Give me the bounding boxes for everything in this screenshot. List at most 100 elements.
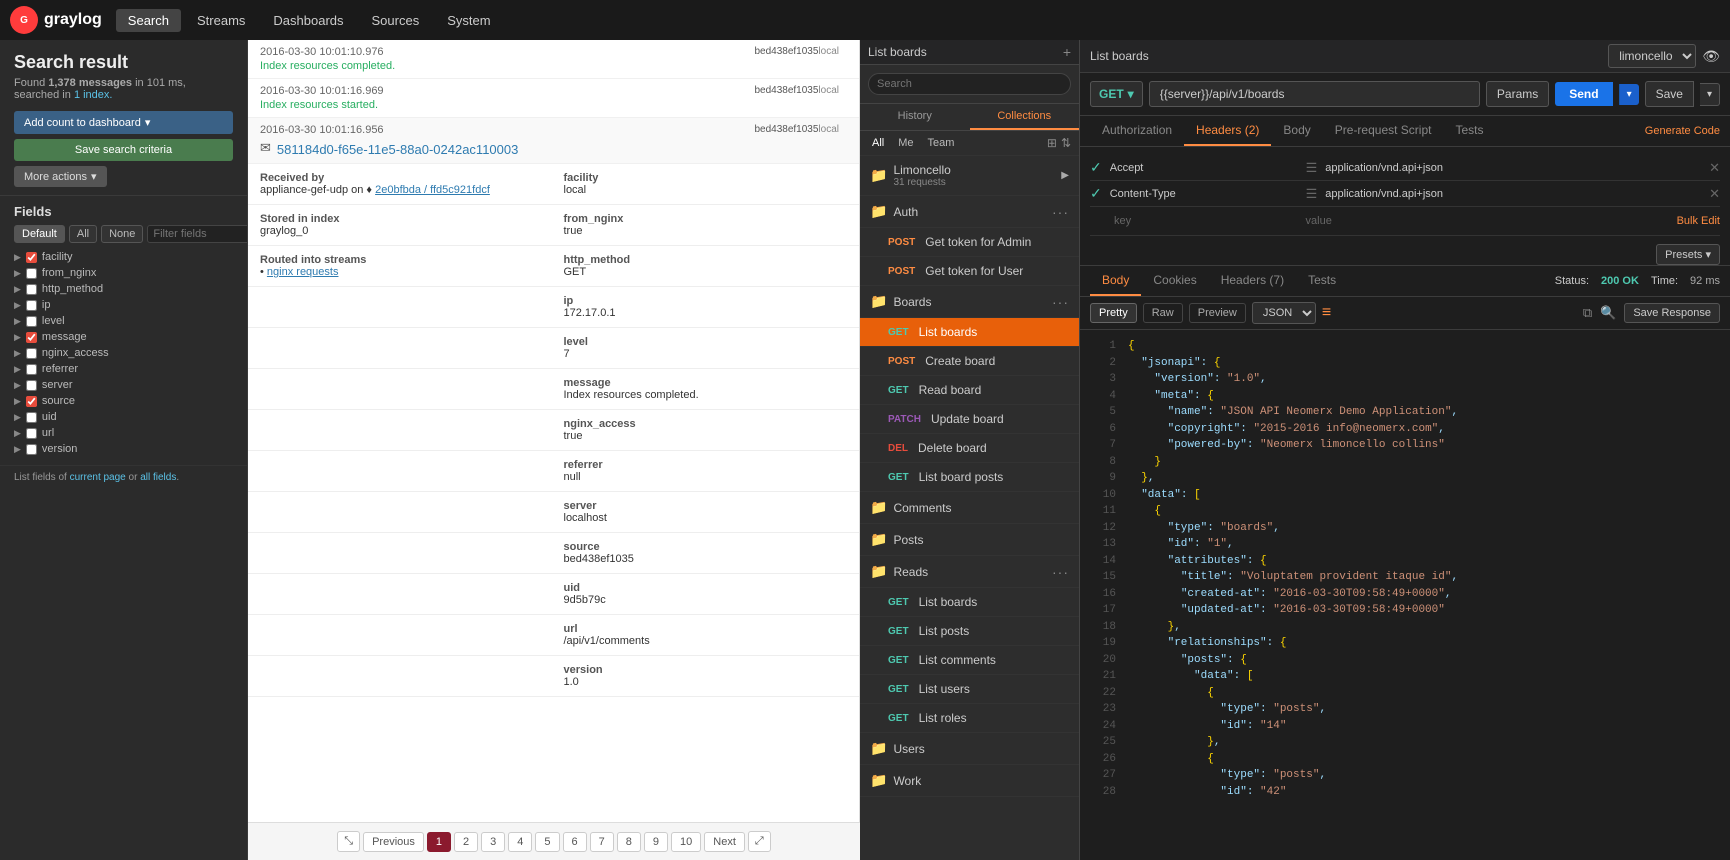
coll-child-read-board[interactable]: GET Read board bbox=[860, 376, 1079, 405]
meta-index-link[interactable]: 1 index. bbox=[74, 89, 113, 101]
tab-collections[interactable]: Collections bbox=[970, 104, 1080, 130]
method-selector[interactable]: GET ▾ bbox=[1090, 81, 1143, 107]
filter-all-button[interactable]: All bbox=[69, 225, 97, 243]
field-checkbox-referrer[interactable] bbox=[26, 364, 37, 375]
presets-button[interactable]: Presets ▾ bbox=[1656, 244, 1720, 265]
add-count-to-dashboard-button[interactable]: Add count to dashboard ▾ bbox=[14, 111, 233, 134]
coll-child-reads-list-comments[interactable]: GET List comments bbox=[860, 646, 1079, 675]
pagination-page-5[interactable]: 5 bbox=[535, 832, 559, 852]
nav-item-system[interactable]: System bbox=[435, 9, 502, 32]
coll-child-list-boards-active[interactable]: GET List boards bbox=[860, 318, 1079, 347]
coll-child-reads-list-posts[interactable]: GET List posts bbox=[860, 617, 1079, 646]
filter-none-button[interactable]: None bbox=[101, 225, 143, 243]
fields-current-page-link[interactable]: current page bbox=[70, 472, 126, 483]
format-special-icon[interactable]: ≡ bbox=[1322, 304, 1331, 322]
header-delete-icon[interactable]: ✕ bbox=[1709, 160, 1720, 176]
pagination-page-3[interactable]: 3 bbox=[481, 832, 505, 852]
pagination-page-9[interactable]: 9 bbox=[644, 832, 668, 852]
format-pretty-button[interactable]: Pretty bbox=[1090, 303, 1137, 323]
coll-child-reads-list-users[interactable]: GET List users bbox=[860, 675, 1079, 704]
field-expand-icon[interactable]: ▶ bbox=[14, 364, 21, 375]
header-delete-icon2[interactable]: ✕ bbox=[1709, 186, 1720, 202]
copy-response-icon[interactable]: ⧉ bbox=[1583, 303, 1592, 323]
resp-tab-body[interactable]: Body bbox=[1090, 266, 1141, 296]
tab-tests[interactable]: Tests bbox=[1443, 116, 1495, 146]
field-checkbox-message[interactable] bbox=[26, 332, 37, 343]
resp-tab-cookies[interactable]: Cookies bbox=[1141, 266, 1208, 296]
field-expand-icon[interactable]: ▶ bbox=[14, 316, 21, 327]
coll-sort-icon[interactable]: ⇅ bbox=[1061, 136, 1071, 150]
field-checkbox-http_method[interactable] bbox=[26, 284, 37, 295]
pagination-page-10[interactable]: 10 bbox=[671, 832, 701, 852]
pagination-page-2[interactable]: 2 bbox=[454, 832, 478, 852]
coll-item-posts[interactable]: 📁 Posts bbox=[860, 524, 1079, 556]
accept-key-input[interactable] bbox=[1108, 160, 1300, 176]
field-expand-icon[interactable]: ▶ bbox=[14, 380, 21, 391]
fit-icon-left[interactable]: ⤡ bbox=[337, 831, 360, 852]
send-button[interactable]: Send bbox=[1555, 82, 1612, 106]
field-expand-icon[interactable]: ▶ bbox=[14, 428, 21, 439]
resp-tab-tests[interactable]: Tests bbox=[1296, 266, 1348, 296]
eye-icon[interactable]: 👁 bbox=[1702, 48, 1720, 65]
log-email-link[interactable]: 581184d0-f65e-11e5-88a0-0242ac110003 bbox=[277, 142, 518, 157]
content-type-value-input[interactable] bbox=[1323, 186, 1703, 202]
tab-pre-request[interactable]: Pre-request Script bbox=[1323, 116, 1444, 146]
params-button[interactable]: Params bbox=[1486, 81, 1549, 107]
coll-child-list-board-posts[interactable]: GET List board posts bbox=[860, 463, 1079, 492]
coll-item-auth[interactable]: 📁 Auth ··· bbox=[860, 196, 1079, 228]
received-by-link[interactable]: 2e0bfbda / ffd5c921fdcf bbox=[375, 184, 490, 196]
pagination-page-8[interactable]: 8 bbox=[617, 832, 641, 852]
field-checkbox-from_nginx[interactable] bbox=[26, 268, 37, 279]
coll-dots-boards[interactable]: ··· bbox=[1052, 294, 1069, 310]
filter-team[interactable]: Team bbox=[924, 135, 959, 151]
field-expand-icon[interactable]: ▶ bbox=[14, 348, 21, 359]
tab-body[interactable]: Body bbox=[1271, 116, 1322, 146]
coll-child-delete-board[interactable]: DEL Delete board bbox=[860, 434, 1079, 463]
field-expand-icon[interactable]: ▶ bbox=[14, 268, 21, 279]
save-button[interactable]: Save bbox=[1645, 81, 1694, 107]
tab-headers[interactable]: Headers (2) bbox=[1184, 116, 1271, 146]
coll-dots-reads[interactable]: ··· bbox=[1052, 564, 1069, 580]
pagination-page-6[interactable]: 6 bbox=[563, 832, 587, 852]
field-checkbox-level[interactable] bbox=[26, 316, 37, 327]
field-checkbox-uid[interactable] bbox=[26, 412, 37, 423]
coll-item-comments[interactable]: 📁 Comments bbox=[860, 492, 1079, 524]
fields-all-link[interactable]: all fields bbox=[140, 472, 176, 483]
field-checkbox-ip[interactable] bbox=[26, 300, 37, 311]
field-expand-icon[interactable]: ▶ bbox=[14, 284, 21, 295]
header-menu-icon2[interactable]: ☰ bbox=[1306, 186, 1318, 202]
pagination-page-7[interactable]: 7 bbox=[590, 832, 614, 852]
format-raw-button[interactable]: Raw bbox=[1143, 303, 1183, 323]
coll-child-create-board[interactable]: POST Create board bbox=[860, 347, 1079, 376]
fit-icon-right[interactable]: ⤢ bbox=[748, 831, 771, 852]
right-header-add-icon[interactable]: + bbox=[1063, 44, 1071, 60]
header-menu-icon[interactable]: ☰ bbox=[1306, 160, 1318, 176]
field-checkbox-source[interactable] bbox=[26, 396, 37, 407]
collections-search-input[interactable] bbox=[868, 73, 1071, 95]
field-expand-icon[interactable]: ▶ bbox=[14, 332, 21, 343]
filter-default-button[interactable]: Default bbox=[14, 225, 65, 243]
field-checkbox-server[interactable] bbox=[26, 380, 37, 391]
filter-all[interactable]: All bbox=[868, 135, 888, 151]
save-search-criteria-button[interactable]: Save search criteria bbox=[14, 139, 233, 161]
filter-me[interactable]: Me bbox=[894, 135, 917, 151]
value-placeholder[interactable]: value bbox=[1304, 211, 1671, 231]
coll-item-users[interactable]: 📁 Users bbox=[860, 733, 1079, 765]
pagination-next[interactable]: Next bbox=[704, 832, 745, 852]
nginx-requests-link[interactable]: nginx requests bbox=[267, 266, 339, 278]
field-checkbox-url[interactable] bbox=[26, 428, 37, 439]
generate-code-link[interactable]: Generate Code bbox=[1645, 125, 1720, 137]
coll-dots-auth[interactable]: ··· bbox=[1052, 204, 1069, 220]
save-response-button[interactable]: Save Response bbox=[1624, 303, 1720, 323]
field-expand-icon[interactable]: ▶ bbox=[14, 300, 21, 311]
coll-child-get-token-user[interactable]: POST Get token for User bbox=[860, 257, 1079, 286]
filter-fields-input[interactable] bbox=[147, 225, 248, 243]
pagination-prev[interactable]: Previous bbox=[363, 832, 424, 852]
url-input[interactable] bbox=[1149, 81, 1480, 107]
coll-item-work[interactable]: 📁 Work bbox=[860, 765, 1079, 797]
accept-value-input[interactable] bbox=[1323, 160, 1703, 176]
coll-item-limoncello[interactable]: 📁 Limoncello 31 requests ▶ bbox=[860, 156, 1079, 196]
format-type-selector[interactable]: JSON bbox=[1252, 302, 1316, 324]
more-actions-button[interactable]: More actions ▾ bbox=[14, 166, 107, 187]
coll-item-boards[interactable]: 📁 Boards ··· bbox=[860, 286, 1079, 318]
